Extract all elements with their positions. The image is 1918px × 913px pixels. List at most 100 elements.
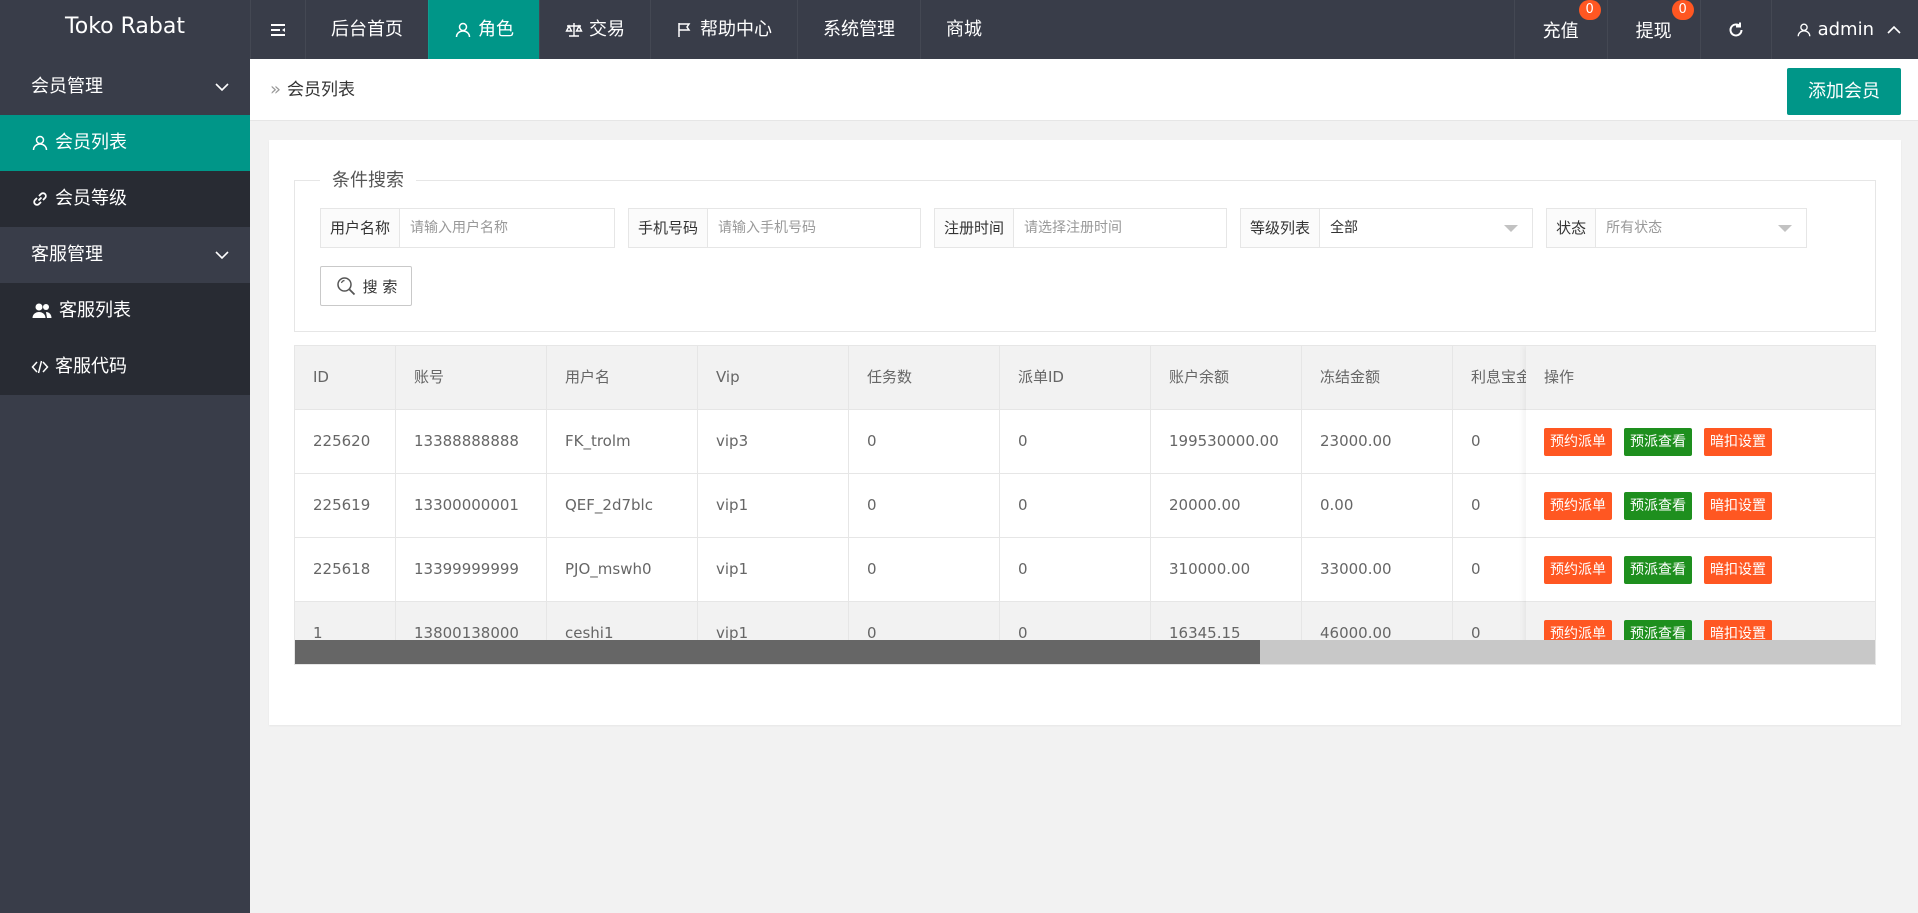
table-cell: 225619 (295, 474, 396, 537)
username: admin (1817, 19, 1874, 40)
username-filter-label: 用户名称 (321, 209, 401, 247)
sidebar-group-member[interactable]: 会员管理 (0, 59, 250, 115)
column-header[interactable]: 任务数 (849, 346, 1000, 409)
user-icon (1796, 22, 1812, 38)
chevron-down-icon (215, 251, 229, 260)
phone-filter-label: 手机号码 (629, 209, 709, 247)
status-filter: 状态 所有状态 (1546, 208, 1808, 248)
recharge-badge: 0 (1578, 0, 1601, 20)
user-menu[interactable]: admin (1770, 0, 1918, 59)
nav-home[interactable]: 后台首页 (305, 0, 428, 59)
table-cell: FK_trolm (547, 410, 698, 473)
refresh-icon (1727, 21, 1745, 39)
register-time-input[interactable]: 请选择注册时间 (1014, 209, 1226, 247)
username-input[interactable]: 请输入用户名称 (400, 209, 614, 247)
nav-roles-label: 角色 (478, 18, 514, 40)
table-cell: PJO_mswh0 (547, 538, 698, 601)
table-cell: 0 (849, 410, 1000, 473)
recharge-label: 充值 (1542, 20, 1579, 42)
scale-icon (565, 21, 583, 39)
view-dispatch-button[interactable]: 预派查看 (1624, 555, 1692, 584)
table-cell: 199530000.00 (1151, 410, 1302, 473)
level-filter-label: 等级列表 (1241, 209, 1321, 247)
nav-mall-label: 商城 (946, 18, 982, 40)
chevron-up-icon (1886, 22, 1902, 38)
table-cell: 23000.00 (1302, 410, 1453, 473)
hidden-deduct-settings-button[interactable]: 暗扣设置 (1704, 555, 1772, 584)
sidebar-item-service-list[interactable]: 客服列表 (0, 283, 250, 339)
column-header[interactable]: 派单ID (1000, 346, 1151, 409)
view-dispatch-button[interactable]: 预派查看 (1624, 427, 1692, 456)
sidebar-item-label: 会员等级 (55, 188, 127, 209)
top-nav-right: 充值 0 提现 0 admin (1513, 0, 1918, 59)
double-chevron-icon: » (270, 79, 282, 100)
user-icon (32, 135, 48, 151)
operations-row: 预约派单 预派查看 暗扣设置 (1526, 474, 1875, 538)
table-cell: 0 (1000, 474, 1151, 537)
schedule-dispatch-button[interactable]: 预约派单 (1544, 427, 1612, 456)
app-logo[interactable]: Toko Rabat (0, 0, 250, 59)
breadcrumb: » 会员列表 (270, 59, 355, 121)
nav-system[interactable]: 系统管理 (797, 0, 920, 59)
table-cell: 0 (849, 538, 1000, 601)
sidebar-item-member-list[interactable]: 会员列表 (0, 115, 250, 171)
table-cell: 13388888888 (396, 410, 547, 473)
nav-roles[interactable]: 角色 (428, 0, 539, 59)
breadcrumb-current[interactable]: 会员列表 (287, 59, 355, 121)
add-member-button[interactable]: 添加会员 (1787, 68, 1901, 115)
withdraw-badge: 0 (1671, 0, 1694, 20)
search-button[interactable]: 搜 索 (320, 266, 412, 306)
sidebar-item-label: 客服列表 (59, 300, 131, 321)
sidebar: 会员管理 会员列表 会员等级 客服管理 客服列表 客服代码 (0, 59, 250, 913)
withdraw-button[interactable]: 提现 0 (1606, 0, 1700, 59)
hidden-deduct-settings-button[interactable]: 暗扣设置 (1704, 491, 1772, 520)
operations-column: 操作 预约派单 预派查看 暗扣设置 预约派单 预派查看 暗扣设置 预约派单 预派… (1526, 346, 1875, 664)
table-cell: 0 (849, 474, 1000, 537)
status-select[interactable]: 所有状态 (1596, 209, 1806, 247)
level-select[interactable]: 全部 (1320, 209, 1532, 247)
sidebar-group-service[interactable]: 客服管理 (0, 227, 250, 283)
table-cell: 310000.00 (1151, 538, 1302, 601)
top-header: Toko Rabat 后台首页 角色 交易 帮助中心 系统管理 商城 充值 0 … (0, 0, 1918, 59)
hidden-deduct-settings-button[interactable]: 暗扣设置 (1704, 427, 1772, 456)
status-select-value: 所有状态 (1606, 220, 1663, 236)
schedule-dispatch-button[interactable]: 预约派单 (1544, 555, 1612, 584)
table-cell: 0 (1000, 538, 1151, 601)
schedule-dispatch-button[interactable]: 预约派单 (1544, 491, 1612, 520)
search-panel: 条件搜索 用户名称 请输入用户名称 手机号码 请输入手机号码 注册时间 请选择注… (294, 166, 1876, 332)
refresh-button[interactable] (1699, 0, 1771, 59)
nav-mall[interactable]: 商城 (920, 0, 1007, 59)
username-filter: 用户名称 请输入用户名称 (320, 208, 616, 248)
horizontal-scrollbar[interactable] (295, 640, 1875, 664)
user-icon (454, 21, 472, 39)
register-time-filter-label: 注册时间 (935, 209, 1015, 247)
search-fields: 用户名称 请输入用户名称 手机号码 请输入手机号码 注册时间 请选择注册时间 等… (320, 208, 1808, 248)
search-button-label: 搜 索 (362, 277, 398, 296)
column-header[interactable]: ID (295, 346, 396, 409)
view-dispatch-button[interactable]: 预派查看 (1624, 491, 1692, 520)
column-header[interactable]: 账号 (396, 346, 547, 409)
table-cell: QEF_2d7blc (547, 474, 698, 537)
sidebar-item-service-code[interactable]: 客服代码 (0, 339, 250, 395)
nav-trade[interactable]: 交易 (539, 0, 650, 59)
table-cell: vip1 (698, 474, 849, 537)
breadcrumb-bar: » 会员列表 添加会员 (250, 59, 1918, 121)
search-legend: 条件搜索 (320, 166, 416, 192)
column-header[interactable]: Vip (698, 346, 849, 409)
table-cell: 20000.00 (1151, 474, 1302, 537)
menu-toggle-button[interactable] (250, 0, 305, 59)
column-header[interactable]: 冻结金额 (1302, 346, 1453, 409)
phone-input[interactable]: 请输入手机号码 (708, 209, 920, 247)
column-header[interactable]: 账户余额 (1151, 346, 1302, 409)
column-header[interactable]: 用户名 (547, 346, 698, 409)
column-header-operations: 操作 (1526, 346, 1875, 410)
scrollbar-thumb[interactable] (295, 640, 1261, 664)
dropdown-arrow-icon (1778, 225, 1793, 232)
sidebar-group-label: 会员管理 (31, 76, 103, 97)
nav-home-label: 后台首页 (331, 18, 403, 40)
register-time-filter: 注册时间 请选择注册时间 (934, 208, 1228, 248)
nav-help[interactable]: 帮助中心 (650, 0, 797, 59)
nav-help-label: 帮助中心 (700, 18, 772, 40)
recharge-button[interactable]: 充值 0 (1513, 0, 1607, 59)
sidebar-item-member-level[interactable]: 会员等级 (0, 171, 250, 227)
